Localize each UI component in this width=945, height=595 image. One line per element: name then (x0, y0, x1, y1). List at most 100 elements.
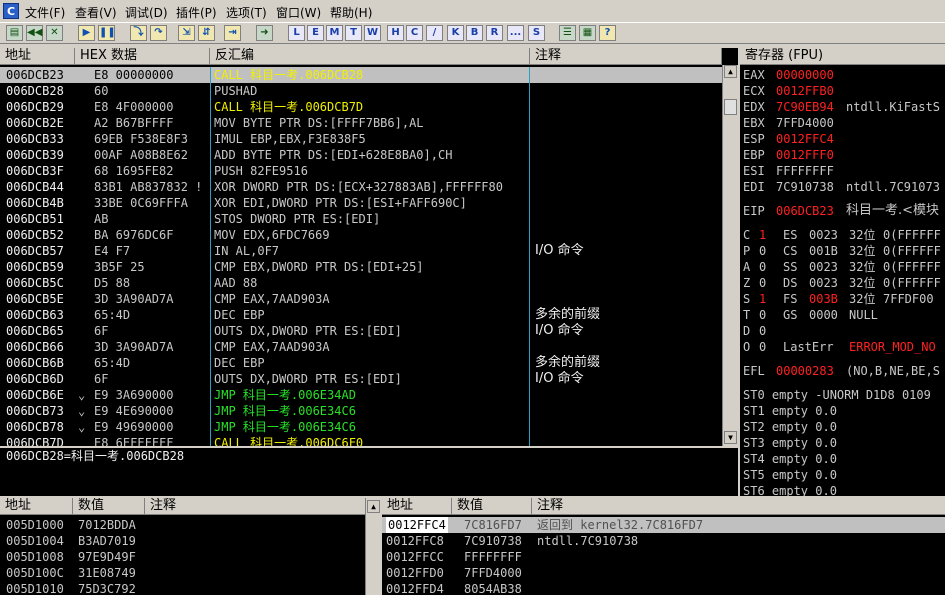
toolbar-l-button[interactable]: L (288, 25, 305, 41)
flag-bit[interactable]: 0 (759, 307, 766, 323)
disasm-row[interactable]: 006DCB6D 6F OUTS DX,DWORD PTR ES:[EDI] I/O … (0, 371, 722, 387)
flag-bit[interactable]: 0 (759, 243, 766, 259)
dump-scroll-up-icon[interactable]: ▲ (367, 500, 380, 513)
menu-window[interactable]: 窗口(W) (276, 4, 321, 21)
toolbar-r-button[interactable]: R (486, 25, 503, 41)
disasm-row[interactable]: 006DCB66 3D 3A90AD7A CMP EAX,7AAD903A (0, 339, 722, 355)
open-icon[interactable]: ▤ (6, 25, 23, 41)
register-row[interactable]: EDI 7C910738 ntdll.7C91073 (743, 179, 945, 195)
stack-header-comment[interactable]: 注释 (532, 498, 945, 515)
flag-row[interactable]: A 0 SS 0023 32位 0(FFFFFF (743, 259, 945, 275)
dump-scrollbar[interactable]: ▲ (365, 498, 382, 595)
help-icon[interactable]: ? (599, 25, 616, 41)
disassembly-pane[interactable]: 地址 HEX 数据 反汇编 注释 006DCB23 E8 00000000 CALL… (0, 48, 738, 446)
register-value[interactable]: 00000283 (776, 363, 834, 379)
toolbar-dots-button[interactable]: ... (507, 25, 524, 41)
toolbar-t-button[interactable]: T (345, 25, 362, 41)
register-row[interactable]: EBX 7FFD4000 (743, 115, 945, 131)
flag-row[interactable]: S 1 FS 003B 32位 7FFDF00 (743, 291, 945, 307)
grid-icon[interactable]: ▦ (579, 25, 596, 41)
toolbar-m-button[interactable]: M (326, 25, 343, 41)
register-row[interactable]: EAX 00000000 (743, 67, 945, 83)
dump-row[interactable]: 005D1010 75D3C792 (0, 581, 365, 595)
flag-bit[interactable]: 1 (759, 227, 766, 243)
stack-row[interactable]: 0012FFC4 7C816FD7 返回到 kernel32.7C816FD7 (382, 517, 945, 533)
stack-row[interactable]: 0012FFD4 8054AB38 (382, 581, 945, 595)
register-value[interactable]: 0012FFC4 (776, 131, 834, 147)
toolbar-s-button[interactable]: S (528, 25, 545, 41)
disasm-row[interactable]: 006DCB51 AB STOS DWORD PTR ES:[EDI] (0, 211, 722, 227)
disasm-row[interactable]: 006DCB78 ⌄ E9 49690000 JMP 科目一考.006E34C6 (0, 419, 722, 435)
step-over-icon[interactable]: ↷ (150, 25, 167, 41)
register-value[interactable]: 00000000 (776, 67, 834, 83)
dump-row[interactable]: 005D1008 97E9D49F (0, 549, 365, 565)
menu-options[interactable]: 选项(T) (226, 4, 267, 21)
register-row[interactable]: EBP 0012FFF0 (743, 147, 945, 163)
disasm-row[interactable]: 006DCB29 E8 4F000000 CALL 科目一考.006DCB7D (0, 99, 722, 115)
disasm-row[interactable]: 006DCB6E ⌄ E9 3A690000 JMP 科目一考.006E34AD (0, 387, 722, 403)
flag-row[interactable]: D0 (743, 323, 945, 339)
toolbar-h-button[interactable]: H (387, 25, 404, 41)
register-row-efl[interactable]: EFL 00000283 (NO,B,NE,BE,S (743, 363, 945, 379)
disasm-row[interactable]: 006DCB63 65:4D DEC EBP 多余的前缀 (0, 307, 722, 323)
flag-bit[interactable]: 0 (759, 339, 766, 355)
disasm-scrollbar[interactable]: ▲ ▼ (722, 65, 738, 446)
disasm-row[interactable]: 006DCB5C D5 88 AAD 88 (0, 275, 722, 291)
disasm-header-address[interactable]: 地址 (0, 48, 75, 65)
toolbar-b-button[interactable]: B (466, 25, 483, 41)
flag-bit[interactable]: 0 (759, 259, 766, 275)
fpu-row[interactable]: ST5 empty 0.0 (743, 467, 945, 483)
stack-pane[interactable]: 地址 数值 注释 0012FFC4 7C816FD7 返回到 kernel32.7C… (382, 498, 945, 595)
register-value[interactable]: 006DCB23 (776, 203, 834, 219)
go-to-icon[interactable]: ➜ (256, 25, 273, 41)
dump-header-comment[interactable]: 注释 (145, 498, 365, 515)
menu-help[interactable]: 帮助(H) (330, 4, 372, 21)
toolbar-slash-button[interactable]: / (426, 25, 443, 41)
fpu-row[interactable]: ST3 empty 0.0 (743, 435, 945, 451)
flag-bit[interactable]: 1 (759, 291, 766, 307)
disasm-row[interactable]: 006DCB39 00AF A08B8E62 ADD BYTE PTR DS:[ED… (0, 147, 722, 163)
trace-over-icon[interactable]: ⇵ (198, 25, 215, 41)
fpu-row[interactable]: ST4 empty 0.0 (743, 451, 945, 467)
flag-row[interactable]: C 1 ES 0023 32位 0(FFFFFF (743, 227, 945, 243)
stack-header-address[interactable]: 地址 (382, 498, 452, 515)
fpu-row[interactable]: ST1 empty 0.0 (743, 403, 945, 419)
execute-till-return-icon[interactable]: ⇥ (224, 25, 241, 41)
dump-row[interactable]: 005D1004 B3AD7019 (0, 533, 365, 549)
toolbar-k-button[interactable]: K (447, 25, 464, 41)
register-value[interactable]: 7FFD4000 (776, 115, 834, 131)
stack-row[interactable]: 0012FFCC FFFFFFFF (382, 549, 945, 565)
dump-row[interactable]: 005D1000 7012BDDA (0, 517, 365, 533)
disasm-row[interactable]: 006DCB5E 3D 3A90AD7A CMP EAX,7AAD903A (0, 291, 722, 307)
stack-row[interactable]: 0012FFC8 7C910738 ntdll.7C910738 (382, 533, 945, 549)
run-icon[interactable]: ▶ (78, 25, 95, 41)
disasm-row[interactable]: 006DCB6B 65:4D DEC EBP 多余的前缀 (0, 355, 722, 371)
register-value[interactable]: 0012FFB0 (776, 83, 834, 99)
disasm-header-hex[interactable]: HEX 数据 (75, 48, 210, 65)
list-icon[interactable]: ☰ (559, 25, 576, 41)
register-row[interactable]: ESP 0012FFC4 (743, 131, 945, 147)
fpu-row[interactable]: ST6 empty 0.0 (743, 483, 945, 496)
disasm-row[interactable]: 006DCB59 3B5F 25 CMP EBX,DWORD PTR DS:[EDI… (0, 259, 722, 275)
flag-bit[interactable]: 0 (759, 275, 766, 291)
dump-header-value[interactable]: 数值 (73, 498, 145, 515)
disasm-row[interactable]: 006DCB2E A2 B67BFFFF MOV BYTE PTR DS:[FFFF… (0, 115, 722, 131)
flag-row[interactable]: T 0 GS 0000 NULL (743, 307, 945, 323)
dump-pane[interactable]: 地址 数值 注释 005D1000 7012BDDA 005D1004 B3AD701… (0, 498, 365, 595)
step-into-icon[interactable]: ⤵ (130, 25, 147, 41)
toolbar-e-button[interactable]: E (307, 25, 324, 41)
register-value[interactable]: FFFFFFFF (776, 163, 834, 179)
disasm-row[interactable]: 006DCB23 E8 00000000 CALL 科目一考.006DCB28 (0, 67, 722, 83)
fpu-row[interactable]: ST2 empty 0.0 (743, 419, 945, 435)
register-row-eip[interactable]: EIP 006DCB23 科目一考.<模块 (743, 203, 945, 219)
disasm-header-disasm[interactable]: 反汇编 (210, 48, 530, 65)
stack-header-value[interactable]: 数值 (452, 498, 532, 515)
register-value[interactable]: 7C90EB94 (776, 99, 834, 115)
disasm-row[interactable]: 006DCB57 E4 F7 IN AL,0F7 I/O 命令 (0, 243, 722, 259)
app-icon[interactable]: C (3, 3, 19, 19)
flag-row[interactable]: O 0 LastErr ERROR_MOD_NO (743, 339, 945, 355)
menu-plugins[interactable]: 插件(P) (176, 4, 217, 21)
scroll-up-icon[interactable]: ▲ (724, 65, 737, 78)
menu-debug[interactable]: 调试(D) (125, 4, 168, 21)
menu-file[interactable]: 文件(F) (25, 4, 65, 21)
